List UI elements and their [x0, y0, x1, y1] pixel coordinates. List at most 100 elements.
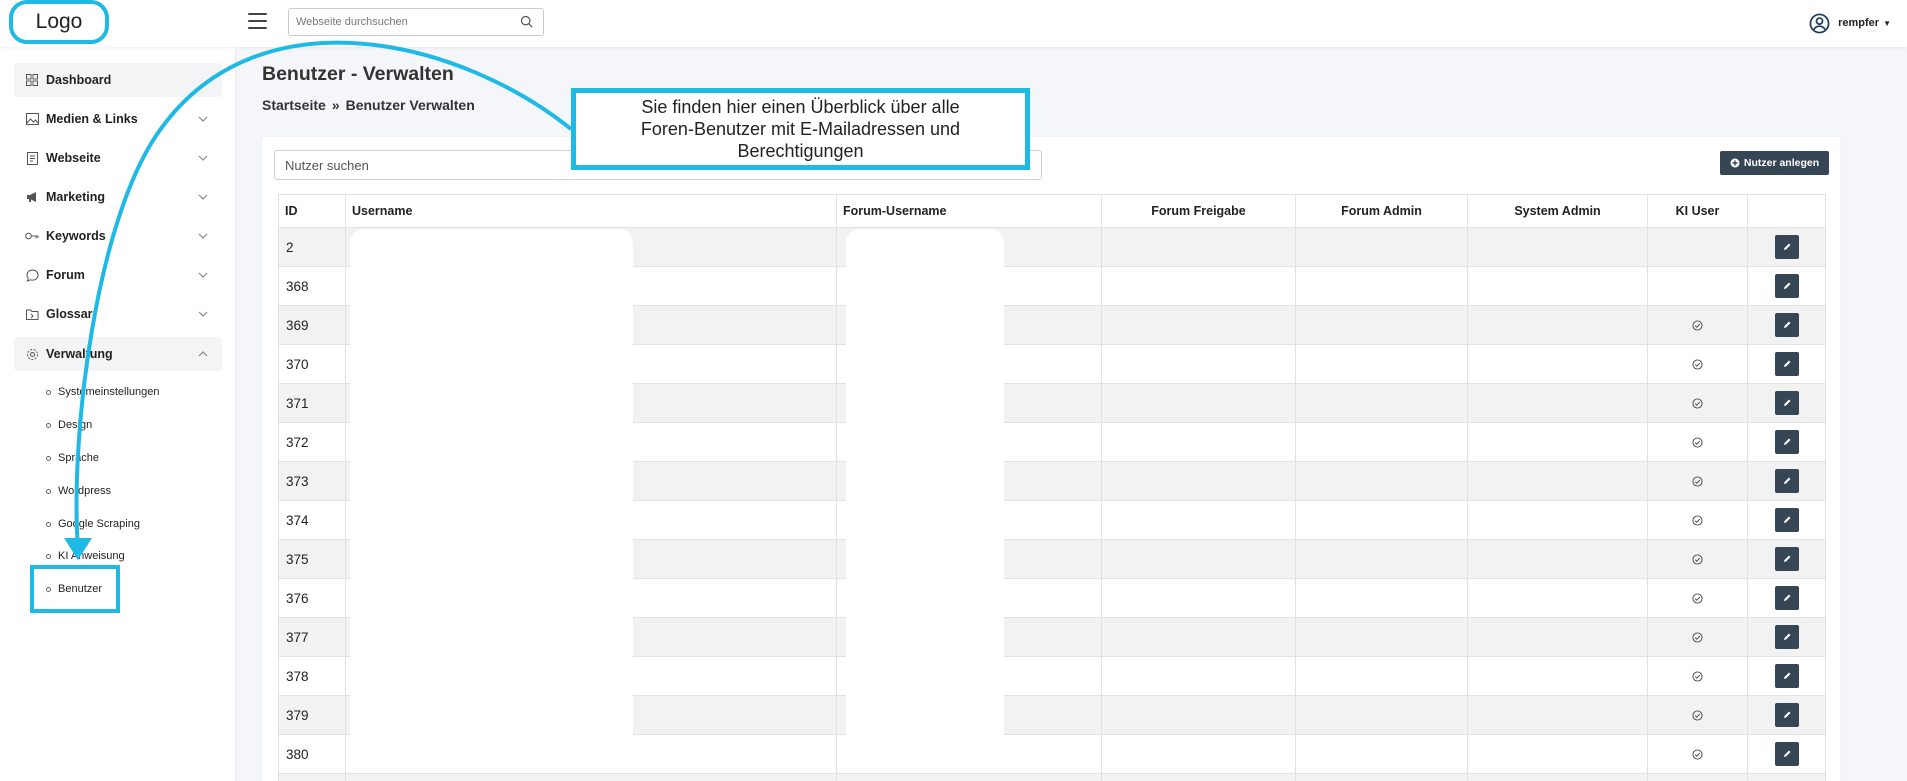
pencil-icon — [1783, 555, 1790, 562]
cell-system-admin — [1467, 500, 1648, 540]
edit-user-button[interactable] — [1774, 742, 1799, 766]
cell-forum-admin — [1295, 383, 1468, 423]
cell-system-admin — [1467, 305, 1648, 345]
col-header-ki-user[interactable]: KI User — [1647, 194, 1748, 228]
check-circle-icon — [1692, 671, 1703, 682]
sidebar-subitem-systemeinstellungen[interactable]: Systemeinstellungen — [46, 386, 160, 398]
cell-forum-admin — [1295, 266, 1468, 306]
check-circle-icon — [1692, 632, 1703, 643]
cell-ki-user — [1647, 734, 1748, 774]
cell-id: 369 — [278, 305, 346, 345]
edit-user-button[interactable] — [1774, 664, 1799, 688]
cell-actions — [1747, 734, 1826, 774]
col-header-forum-username[interactable]: Forum-Username — [836, 194, 1102, 228]
check-circle-icon — [1692, 398, 1703, 409]
cell-forum-freigabe — [1101, 539, 1296, 579]
col-header-system-admin[interactable]: System Admin — [1467, 194, 1648, 228]
cell-forum-admin — [1295, 734, 1468, 774]
chevron-down-icon — [198, 272, 208, 278]
edit-user-button[interactable] — [1774, 508, 1799, 532]
breadcrumb-home[interactable]: Startseite — [262, 97, 326, 113]
menu-toggle-icon[interactable] — [248, 13, 267, 29]
sidebar-item-forum[interactable]: Forum — [14, 258, 222, 292]
pencil-icon — [1783, 360, 1790, 367]
sidebar-subitem-wordpress[interactable]: Wordpress — [46, 485, 111, 497]
cell-ki-user — [1647, 344, 1748, 384]
cell-actions — [1747, 227, 1826, 267]
sidebar-subitem-design[interactable]: Design — [46, 419, 92, 431]
gear-icon — [25, 347, 39, 361]
cell-actions — [1747, 617, 1826, 657]
check-circle-icon — [1692, 437, 1703, 448]
edit-user-button[interactable] — [1774, 274, 1799, 298]
cell-id: 376 — [278, 578, 346, 618]
edit-user-button[interactable] — [1774, 313, 1799, 337]
sidebar-item-keywords[interactable]: Keywords — [14, 219, 222, 253]
image-icon — [25, 112, 39, 126]
chat-icon — [25, 268, 39, 282]
edit-user-button[interactable] — [1774, 703, 1799, 727]
check-circle-icon — [1692, 359, 1703, 370]
pencil-icon — [1783, 594, 1790, 601]
sidebar-subitem-ki-anweisung[interactable]: KI Anweisung — [46, 550, 125, 562]
check-circle-icon — [1692, 476, 1703, 487]
cell-ki-user — [1647, 578, 1748, 618]
cell-forum-admin — [1295, 422, 1468, 462]
sidebar-item-medien-links[interactable]: Medien & Links — [14, 102, 222, 136]
cell-actions — [1747, 656, 1826, 696]
col-header-forum-freigabe[interactable]: Forum Freigabe — [1101, 194, 1296, 228]
cell-id: 373 — [278, 461, 346, 501]
add-user-button[interactable]: Nutzer anlegen — [1720, 151, 1829, 175]
logo[interactable]: Logo — [9, 0, 109, 44]
sidebar-item-dashboard[interactable]: Dashboard — [14, 63, 222, 97]
cell-forum-admin — [1295, 500, 1468, 540]
cell-forum-freigabe — [1101, 578, 1296, 618]
edit-user-button[interactable] — [1774, 469, 1799, 493]
cell-forum-freigabe — [1101, 734, 1296, 774]
cell-id — [278, 773, 346, 781]
user-menu[interactable]: rempfer ▼ — [1809, 12, 1891, 34]
cell-ki-user — [1647, 266, 1748, 306]
sidebar-item-glossar[interactable]: Glossar — [14, 297, 222, 331]
edit-user-button[interactable] — [1774, 430, 1799, 454]
cell-forum-freigabe — [1101, 461, 1296, 501]
site-search-input[interactable] — [289, 9, 509, 35]
sidebar-item-verwaltung[interactable]: Verwaltung — [14, 337, 222, 371]
cell-system-admin — [1467, 578, 1648, 618]
sidebar: Dashboard Medien & Links Webseite Market… — [0, 47, 236, 781]
sidebar-item-webseite[interactable]: Webseite — [14, 141, 222, 175]
edit-user-button[interactable] — [1774, 586, 1799, 610]
col-header-forum-admin[interactable]: Forum Admin — [1295, 194, 1468, 228]
cell-ki-user — [1647, 656, 1748, 696]
cell-ki-user — [1647, 539, 1748, 579]
cell-id: 368 — [278, 266, 346, 306]
folder-icon — [25, 307, 39, 321]
pencil-icon — [1783, 672, 1790, 679]
edit-user-button[interactable] — [1774, 391, 1799, 415]
key-icon — [25, 229, 39, 243]
cell-forum-admin — [1295, 578, 1468, 618]
cell-forum-freigabe — [1101, 617, 1296, 657]
col-header-username[interactable]: Username — [345, 194, 837, 228]
cell-ki-user — [1647, 617, 1748, 657]
pencil-icon — [1783, 633, 1790, 640]
cell-ki-user — [1647, 461, 1748, 501]
check-circle-icon — [1692, 515, 1703, 526]
col-header-id[interactable]: ID — [278, 194, 346, 228]
callout-box: Sie finden hier einen Überblick über all… — [571, 88, 1030, 170]
cell-forum-freigabe — [1101, 500, 1296, 540]
cell-actions — [1747, 578, 1826, 618]
cell-actions — [1747, 773, 1826, 781]
edit-user-button[interactable] — [1774, 625, 1799, 649]
cell-actions — [1747, 539, 1826, 579]
sidebar-item-marketing[interactable]: Marketing — [14, 180, 222, 214]
edit-user-button[interactable] — [1774, 352, 1799, 376]
sidebar-subitem-google-scraping[interactable]: Google Scraping — [46, 518, 140, 530]
pencil-icon — [1783, 243, 1790, 250]
edit-user-button[interactable] — [1774, 547, 1799, 571]
chevron-down-icon — [198, 233, 208, 239]
edit-user-button[interactable] — [1774, 235, 1799, 259]
sidebar-subitem-sprache[interactable]: Sprache — [46, 452, 99, 464]
search-icon[interactable] — [520, 15, 534, 29]
cell-system-admin — [1467, 734, 1648, 774]
